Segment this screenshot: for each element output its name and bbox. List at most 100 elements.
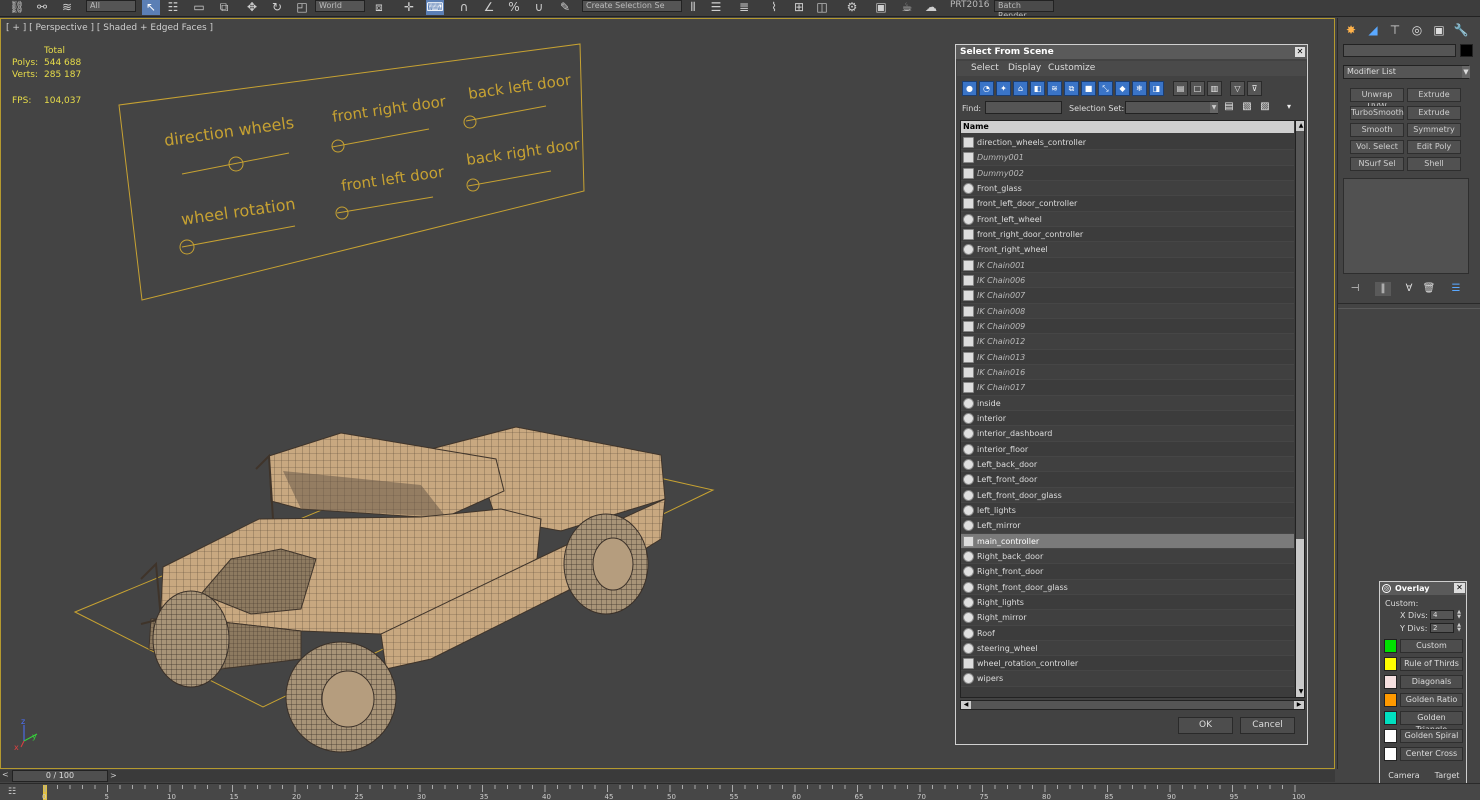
- utilities-tab-icon[interactable]: 🔧: [1453, 22, 1469, 38]
- column-header-name[interactable]: Name: [961, 121, 1294, 133]
- mini-curve-editor-icon[interactable]: ☷: [8, 787, 24, 799]
- modifier-button-edit-poly[interactable]: Edit Poly: [1407, 140, 1461, 154]
- modifier-list-dropdown[interactable]: Modifier List ▼: [1343, 65, 1470, 79]
- scroll-left-icon[interactable]: ◀: [961, 701, 971, 709]
- list-item[interactable]: interior: [961, 410, 1294, 427]
- list-item[interactable]: front_right_door_controller: [961, 226, 1294, 243]
- modifier-button-extrude-2[interactable]: Extrude: [1407, 106, 1461, 120]
- named-selection-set-dropdown[interactable]: Create Selection Se: [582, 0, 682, 12]
- center-cross-color-swatch[interactable]: [1384, 747, 1397, 761]
- list-item[interactable]: direction_wheels_controller: [961, 135, 1294, 151]
- motion-tab-icon[interactable]: ◎: [1409, 22, 1425, 38]
- list-item[interactable]: Roof: [961, 625, 1294, 641]
- link-icon[interactable]: ⛓: [8, 0, 26, 15]
- golden-ratio-color-swatch[interactable]: [1384, 693, 1397, 707]
- mirror-icon[interactable]: ⫴: [684, 0, 702, 15]
- scroll-down-icon[interactable]: ▼: [1296, 687, 1304, 697]
- list-item[interactable]: main_controller: [961, 533, 1294, 549]
- list-item[interactable]: Right_front_door: [961, 564, 1294, 580]
- list-item[interactable]: Right_back_door: [961, 548, 1294, 565]
- curve-editor-icon[interactable]: ⌇: [765, 0, 783, 15]
- modifier-button-unwrap-uvw[interactable]: Unwrap UVW: [1350, 88, 1404, 111]
- select-object-icon[interactable]: ↖: [142, 0, 160, 15]
- list-item[interactable]: wheel_rotation_controller: [961, 656, 1294, 672]
- modifier-button-smooth[interactable]: Smooth: [1350, 123, 1404, 137]
- add-to-selection-set-icon[interactable]: ▧: [1240, 100, 1254, 114]
- unlink-icon[interactable]: ⚯: [33, 0, 51, 15]
- overlay-camera-button[interactable]: Camera: [1384, 769, 1424, 783]
- list-item[interactable]: Front_right_wheel: [961, 242, 1294, 258]
- list-item[interactable]: IK Chain017: [961, 380, 1294, 396]
- select-and-scale-icon[interactable]: ◰: [293, 0, 311, 15]
- menu-display[interactable]: Display: [1008, 63, 1041, 73]
- pin-stack-icon[interactable]: ⊣: [1347, 282, 1363, 296]
- select-by-name-icon[interactable]: ☷: [164, 0, 182, 15]
- modifier-button-extrude[interactable]: Extrude: [1407, 88, 1461, 102]
- display-shapes-icon[interactable]: ◔: [979, 81, 994, 96]
- material-editor-icon[interactable]: ◫: [813, 0, 831, 15]
- vertical-scrollbar[interactable]: ▲ ▼: [1295, 121, 1304, 697]
- batch-render-button[interactable]: Batch Render...: [994, 0, 1054, 16]
- display-none-icon[interactable]: □: [1190, 81, 1205, 96]
- rectangular-selection-icon[interactable]: ▭: [190, 0, 208, 15]
- xdivs-spinner[interactable]: 4: [1430, 610, 1454, 620]
- modifier-button-turbosmooth[interactable]: TurboSmooth: [1350, 106, 1404, 120]
- list-item[interactable]: interior_dashboard: [961, 426, 1294, 442]
- display-frozen-icon[interactable]: ❄: [1132, 81, 1147, 96]
- list-item[interactable]: IK Chain008: [961, 303, 1294, 319]
- rule-of-thirds-color-swatch[interactable]: [1384, 657, 1397, 671]
- custom-color-swatch[interactable]: [1384, 639, 1397, 653]
- find-input[interactable]: [985, 101, 1062, 114]
- create-tab-icon[interactable]: ✸: [1343, 22, 1359, 38]
- overlay-golden-spiral-button[interactable]: Golden Spiral: [1400, 729, 1463, 743]
- cancel-button[interactable]: Cancel: [1240, 717, 1295, 734]
- modifier-button-shell[interactable]: Shell: [1407, 157, 1461, 171]
- remove-from-selection-set-icon[interactable]: ▨: [1258, 100, 1272, 114]
- list-item[interactable]: inside: [961, 395, 1294, 411]
- keyboard-shortcut-override-icon[interactable]: ⌨: [426, 0, 444, 15]
- percent-snap-icon[interactable]: %: [505, 0, 523, 15]
- list-item[interactable]: IK Chain012: [961, 334, 1294, 350]
- scroll-up-icon[interactable]: ▲: [1296, 121, 1304, 131]
- edit-named-selection-icon[interactable]: ✎: [556, 0, 574, 15]
- list-item[interactable]: IK Chain016: [961, 364, 1294, 381]
- overlay-target-button[interactable]: Target: [1427, 769, 1467, 783]
- list-item[interactable]: IK Chain007: [961, 288, 1294, 304]
- selection-filter-dropdown[interactable]: All: [86, 0, 136, 12]
- select-and-move-icon[interactable]: ✥: [243, 0, 261, 15]
- render-production-icon[interactable]: ☕: [898, 0, 916, 15]
- overlay-golden-ratio-button[interactable]: Golden Ratio: [1400, 693, 1463, 707]
- angle-snap-icon[interactable]: ∠: [480, 0, 498, 15]
- pivot-center-icon[interactable]: ⧈: [370, 0, 388, 15]
- overlay-golden-triangle-button[interactable]: Golden Triangle: [1400, 711, 1463, 734]
- hierarchy-tab-icon[interactable]: ⊤: [1387, 22, 1403, 38]
- display-containers-icon[interactable]: ◆: [1115, 81, 1130, 96]
- overlay-rule-of-thirds-button[interactable]: Rule of Thirds: [1400, 657, 1463, 671]
- display-groups-icon[interactable]: ⧉: [1064, 81, 1079, 96]
- list-item[interactable]: interior_floor: [961, 441, 1294, 457]
- list-item[interactable]: steering_wheel: [961, 640, 1294, 657]
- list-item[interactable]: IK Chain013: [961, 349, 1294, 365]
- track-bar[interactable]: ☷ 0 5 10 15 20 25 30 35 40 45 50 55 60 65 70 75 80 85 90 95…: [0, 783, 1480, 800]
- list-item[interactable]: Left_front_door_glass: [961, 487, 1294, 503]
- list-item[interactable]: left_lights: [961, 502, 1294, 519]
- golden-spiral-color-swatch[interactable]: [1384, 729, 1397, 743]
- scene-object-list[interactable]: Name direction_wheels_controller Dummy001…: [960, 120, 1305, 698]
- list-item[interactable]: IK Chain009: [961, 318, 1294, 335]
- render-iterative-icon[interactable]: ☁: [922, 0, 940, 15]
- modifier-button-nsurf-sel[interactable]: NSurf Sel: [1350, 157, 1404, 171]
- align-icon[interactable]: ☰: [707, 0, 725, 15]
- chevron-right-icon[interactable]: >: [110, 770, 120, 782]
- chevron-left-icon[interactable]: <: [2, 770, 12, 782]
- configure-modifier-sets-icon[interactable]: ☰: [1448, 282, 1464, 296]
- golden-triangle-color-swatch[interactable]: [1384, 711, 1397, 725]
- time-slider-thumb[interactable]: 0 / 100: [12, 770, 108, 782]
- save-selection-set-icon[interactable]: ▤: [1222, 100, 1236, 114]
- snaps-toggle-icon[interactable]: ∩: [455, 0, 473, 15]
- display-space-warps-icon[interactable]: ≋: [1047, 81, 1062, 96]
- object-name-field[interactable]: [1343, 44, 1456, 57]
- reference-coordinate-dropdown[interactable]: World: [315, 0, 365, 12]
- list-item[interactable]: Left_front_door: [961, 472, 1294, 488]
- filter-icon[interactable]: ▽: [1230, 81, 1245, 96]
- layer-explorer-icon[interactable]: ≣: [735, 0, 753, 15]
